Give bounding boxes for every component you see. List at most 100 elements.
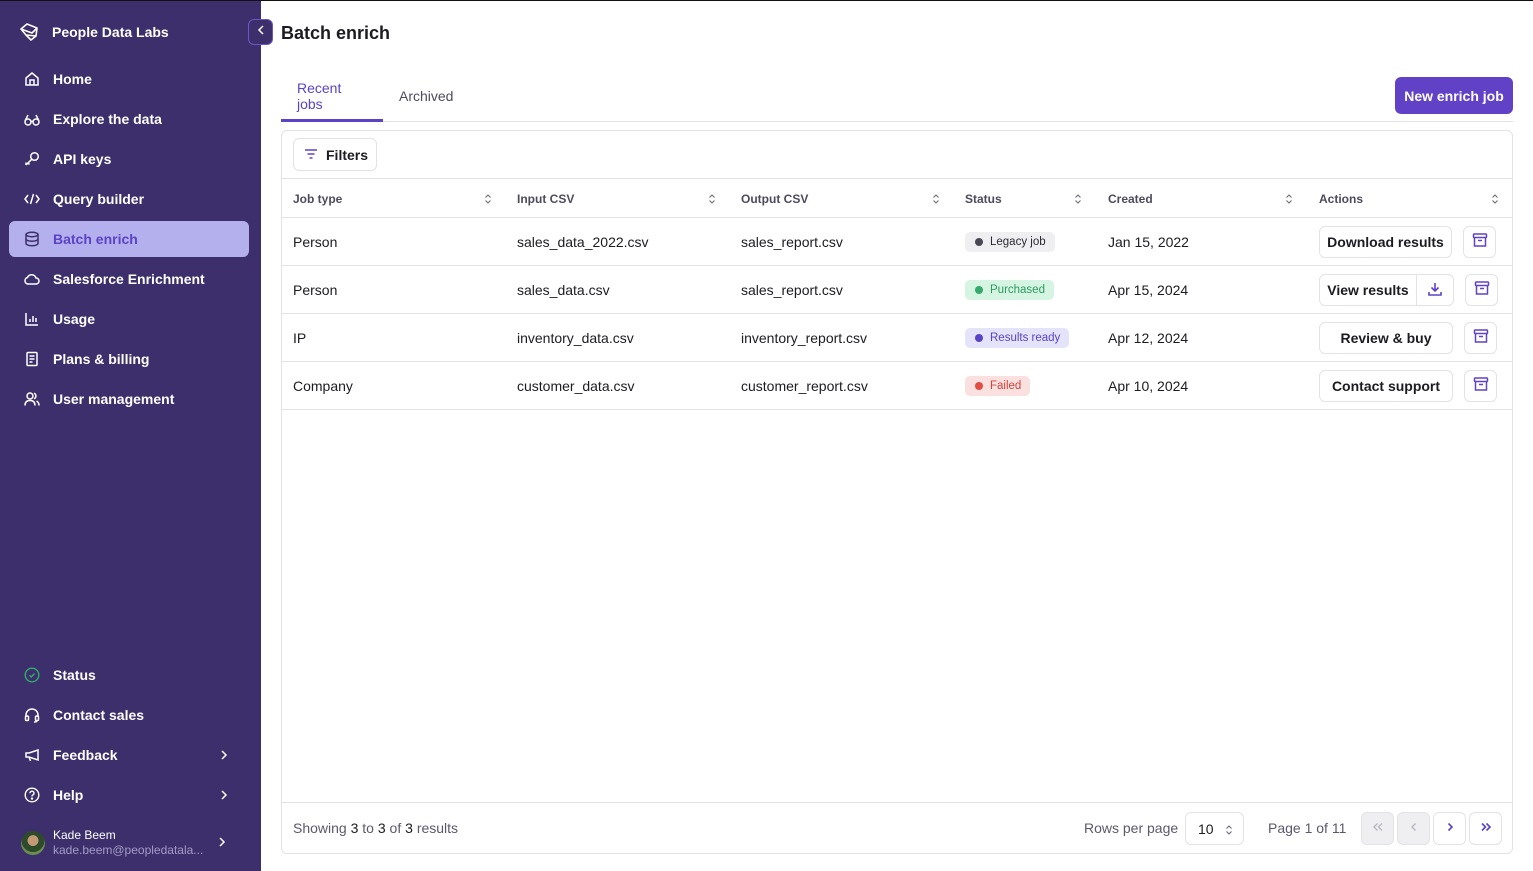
archive-button[interactable]: [1464, 322, 1497, 354]
user-email: kade.beem@peopledatala...: [53, 843, 203, 857]
sort-icon[interactable]: [931, 192, 941, 204]
sort-icon[interactable]: [1073, 192, 1083, 204]
sidebar-item-explore-the-data[interactable]: Explore the data: [9, 101, 249, 137]
sidebar-item-contact-sales[interactable]: Contact sales: [9, 697, 249, 733]
first-page-button[interactable]: [1361, 812, 1394, 845]
sidebar-item-label: Usage: [53, 311, 96, 327]
status-badge: Results ready: [965, 327, 1070, 348]
archive-button[interactable]: [1465, 274, 1498, 306]
user-name: Kade Beem: [53, 828, 116, 842]
created-cell: Apr 10, 2024: [1108, 377, 1189, 394]
archive-icon: [1472, 232, 1488, 253]
download-button[interactable]: [1417, 275, 1453, 305]
column-header-output-csv[interactable]: Output CSV: [741, 179, 808, 218]
created-cell: Apr 15, 2024: [1108, 281, 1189, 298]
collapse-sidebar-button[interactable]: [248, 19, 273, 45]
table-header: Job type Input CSV Output CSV Status Cre…: [282, 178, 1512, 218]
column-header-actions[interactable]: Actions: [1319, 179, 1363, 218]
brand[interactable]: People Data Labs: [18, 19, 169, 45]
table-footer: Showing 3 to 3 of 3 results Rows per pag…: [282, 802, 1512, 853]
job-type-cell: Company: [293, 377, 353, 394]
download-icon: [1427, 281, 1443, 300]
sidebar-item-label: Explore the data: [53, 111, 162, 127]
tab-recent-jobs[interactable]: Recent jobs: [281, 71, 383, 122]
view-results-button[interactable]: View results: [1320, 275, 1417, 305]
rows-per-page-select[interactable]: 10: [1185, 812, 1244, 845]
sidebar-item-label: Batch enrich: [53, 231, 138, 247]
help-circle-icon: [24, 787, 40, 803]
sidebar-item-api-keys[interactable]: API keys: [9, 141, 249, 177]
output-csv-cell: sales_report.csv: [741, 233, 843, 250]
status-badge: Legacy job: [965, 231, 1055, 252]
sort-icon[interactable]: [483, 192, 493, 204]
chevron-right-icon: [215, 835, 229, 849]
chevron-left-icon: [1408, 820, 1420, 838]
results-summary: Showing 3 to 3 of 3 results: [293, 820, 459, 836]
sidebar-item-feedback[interactable]: Feedback: [9, 737, 249, 773]
chevron-right-icon: [1444, 820, 1456, 838]
sidebar-item-salesforce-enrichment[interactable]: Salesforce Enrichment: [9, 261, 249, 297]
sort-icon[interactable]: [707, 192, 717, 204]
review-and-buy-button[interactable]: Review & buy: [1319, 322, 1453, 354]
archive-icon: [1473, 328, 1489, 349]
sidebar-item-home[interactable]: Home: [9, 61, 249, 97]
job-type-cell: IP: [293, 329, 307, 346]
archive-icon: [1473, 376, 1489, 397]
input-csv-cell: inventory_data.csv: [517, 329, 634, 346]
sidebar-item-user-management[interactable]: User management: [9, 381, 249, 417]
select-arrows-icon: [1224, 823, 1234, 835]
column-header-job-type[interactable]: Job type: [293, 179, 342, 218]
last-page-button[interactable]: [1469, 812, 1502, 845]
sidebar-item-plans-billing[interactable]: Plans & billing: [9, 341, 249, 377]
output-csv-cell: customer_report.csv: [741, 377, 868, 394]
sidebar-item-label: Status: [53, 667, 96, 683]
sidebar-item-label: Help: [53, 787, 84, 803]
sort-icon[interactable]: [1284, 192, 1294, 204]
key-icon: [24, 151, 40, 167]
output-csv-cell: sales_report.csv: [741, 281, 843, 298]
next-page-button[interactable]: [1433, 812, 1466, 845]
column-header-created[interactable]: Created: [1108, 179, 1153, 218]
status-badge: Purchased: [965, 279, 1054, 300]
chevrons-left-icon: [1371, 820, 1385, 838]
database-icon: [24, 231, 40, 247]
page-indicator: Page 1 of 11: [1268, 820, 1347, 836]
sidebar-item-status[interactable]: Status: [9, 657, 249, 693]
output-csv-cell: inventory_report.csv: [741, 329, 868, 346]
column-header-input-csv[interactable]: Input CSV: [517, 179, 574, 218]
contact-support-button[interactable]: Contact support: [1319, 370, 1453, 402]
rows-per-page-label: Rows per page: [1084, 820, 1179, 836]
archive-icon: [1474, 280, 1490, 301]
job-type-cell: Person: [293, 281, 338, 298]
status-dot: [975, 237, 983, 246]
avatar: [21, 831, 45, 855]
check-circle-icon: [24, 667, 40, 683]
created-cell: Apr 12, 2024: [1108, 329, 1189, 346]
previous-page-button[interactable]: [1397, 812, 1430, 845]
sidebar-item-query-builder[interactable]: Query builder: [9, 181, 249, 217]
sort-icon[interactable]: [1490, 192, 1500, 204]
sidebar: People Data Labs Home Explore the data A…: [0, 1, 261, 871]
download-results-button[interactable]: Download results: [1319, 226, 1452, 258]
table-row: Person sales_data_2022.csv sales_report.…: [282, 218, 1512, 266]
sidebar-item-usage[interactable]: Usage: [9, 301, 249, 337]
user-menu[interactable]: Kade Beem kade.beem@peopledatala...: [21, 827, 246, 859]
new-enrich-job-button[interactable]: New enrich job: [1395, 77, 1513, 114]
job-type-cell: Person: [293, 233, 338, 250]
tab-archived[interactable]: Archived: [383, 71, 469, 121]
sidebar-item-label: Query builder: [53, 191, 145, 207]
headset-icon: [24, 707, 40, 723]
sidebar-item-help[interactable]: Help: [9, 777, 249, 813]
column-header-status[interactable]: Status: [965, 179, 1002, 218]
sidebar-item-label: Feedback: [53, 747, 118, 763]
table-row: IP inventory_data.csv inventory_report.c…: [282, 314, 1512, 362]
sidebar-item-batch-enrich[interactable]: Batch enrich: [9, 221, 249, 257]
filters-button[interactable]: Filters: [293, 138, 377, 171]
users-icon: [24, 391, 40, 407]
created-cell: Jan 15, 2022: [1108, 233, 1189, 250]
archive-button[interactable]: [1464, 370, 1497, 402]
brand-name: People Data Labs: [52, 24, 169, 40]
archive-button[interactable]: [1463, 226, 1496, 258]
table-row: Company customer_data.csv customer_repor…: [282, 362, 1512, 410]
view-results-split-button: View results: [1319, 274, 1454, 306]
